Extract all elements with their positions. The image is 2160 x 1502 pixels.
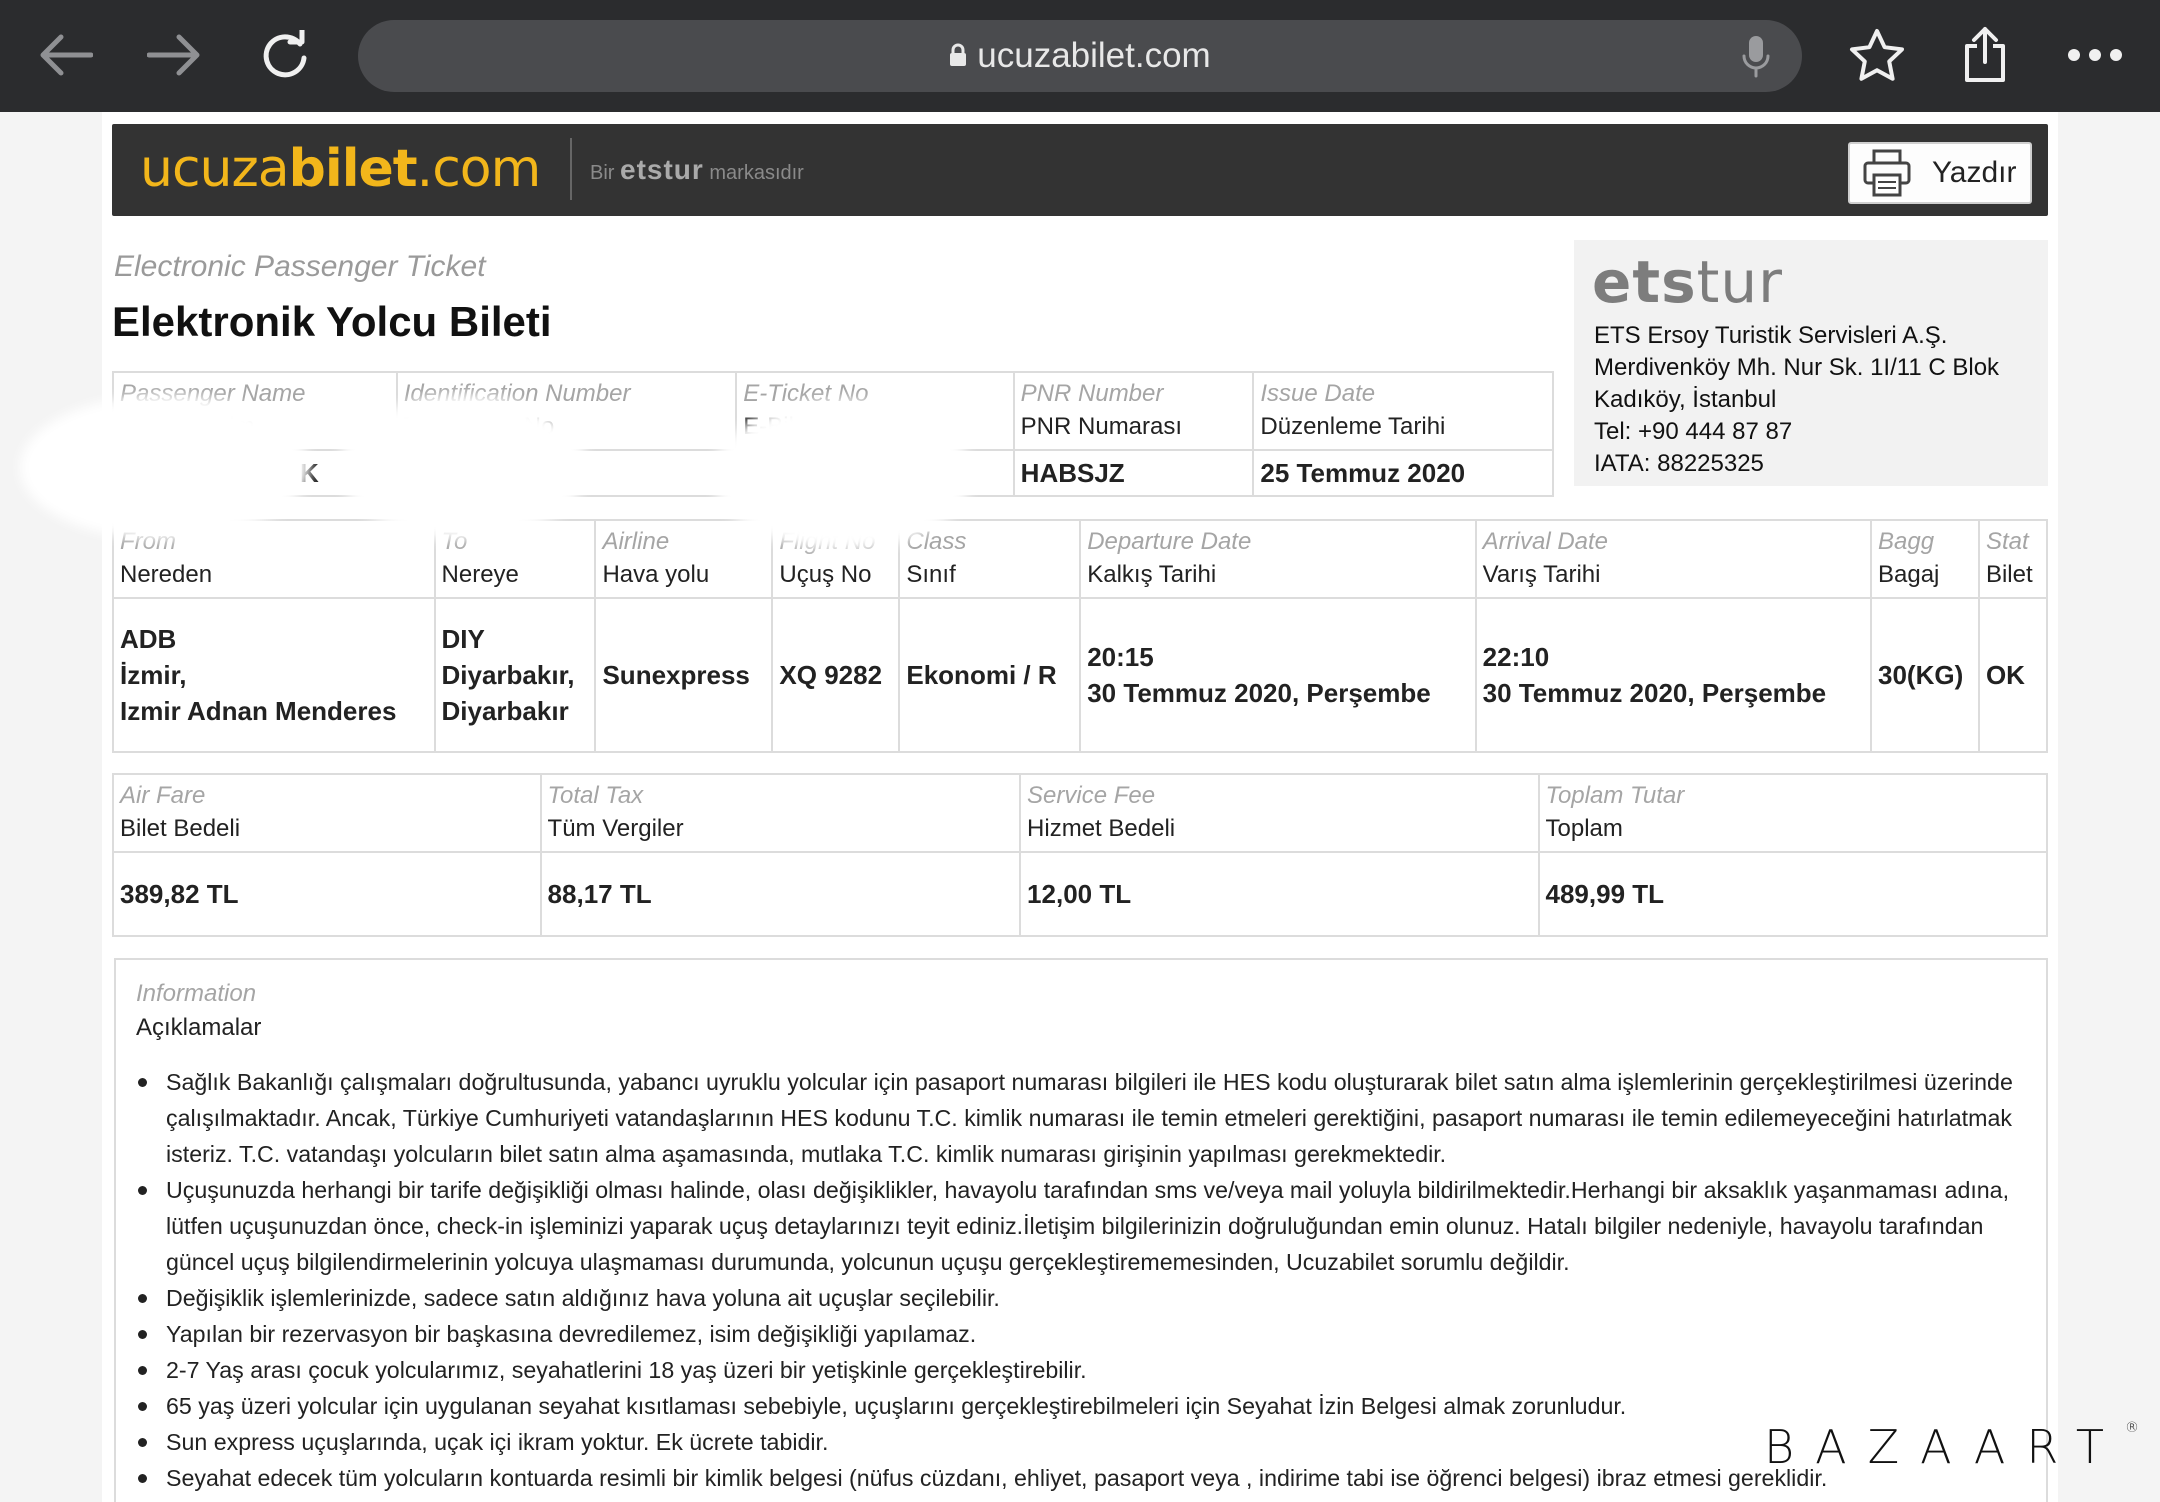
airline-label: Hava yolu — [602, 561, 710, 588]
pnr-value: HABSJZ — [1020, 458, 1125, 488]
company-name: ETS Ersoy Turistik Servisleri A.Ş. — [1594, 322, 1948, 349]
ucuzabilet-logo[interactable]: ucuzabilet.com — [140, 134, 541, 204]
from-city: İzmir, — [120, 660, 187, 690]
pnr-label: PNR Numarası — [1020, 413, 1183, 440]
air-fare-value: 389,82 TL — [120, 879, 239, 909]
info-item: Sun express uçuşlarında, uçak içi ikram … — [136, 1424, 2016, 1460]
info-item: Yapılan bir rezervasyon bir başkasına de… — [136, 1316, 2016, 1352]
more-button[interactable] — [2060, 20, 2130, 90]
info-item: Değişiklik işlemlerinizde, sadece satın … — [136, 1280, 2016, 1316]
from-label: Nereden — [120, 561, 213, 588]
departure-label-en: Departure Date — [1087, 528, 1252, 555]
to-city: Diyarbakır, — [441, 660, 575, 690]
flight-table: FromNereden ToNereye AirlineHava yolu Fl… — [112, 519, 2049, 753]
service-fee-value: 12,00 TL — [1027, 879, 1132, 909]
information-section: Information Açıklamalar Sağlık Bakanlığı… — [114, 958, 2048, 1502]
departure-label: Kalkış Tarihi — [1087, 561, 1217, 588]
fare-table: Air Fare Bilet Bedeli Total Tax Tüm Vergil… — [112, 773, 2048, 937]
redaction-blur — [712, 400, 972, 550]
info-item: Sağlık Bakanlığı çalışmaları doğrultusun… — [136, 1064, 2016, 1172]
print-button[interactable]: Yazdır — [1848, 142, 2032, 204]
pnr-label-en: PNR Number — [1020, 380, 1164, 407]
back-button[interactable] — [30, 20, 100, 90]
to-code: DIY — [441, 624, 485, 654]
class-value: Ekonomi / R — [906, 660, 1057, 690]
logo-divider — [570, 138, 572, 200]
company-address-line2: Kadıköy, İstanbul — [1594, 386, 1777, 413]
departure-date: 30 Temmuz 2020, Perşembe — [1087, 678, 1431, 708]
baggage-label-en: Bagg — [1877, 528, 1935, 555]
share-button[interactable] — [1950, 20, 2020, 90]
baggage-label: Bagaj — [1877, 561, 1940, 588]
total-tax-label-en: Total Tax — [547, 782, 644, 809]
service-fee-label-en: Service Fee — [1027, 782, 1156, 809]
lock-icon — [949, 36, 967, 76]
company-phone: Tel: +90 444 87 87 — [1594, 418, 1793, 445]
info-item: 2-7 Yaş arası çocuk yolcularımız, seyaha… — [136, 1352, 2016, 1388]
info-item: Uçuşunuzda herhangi bir tarife değişikli… — [136, 1172, 2016, 1280]
etstur-logo: etstur — [1592, 248, 1783, 316]
bazaart-watermark: BAZAART® — [1764, 1420, 2140, 1474]
total-amount-label-en: Toplam Tutar — [1545, 782, 1685, 809]
arrival-label-en: Arrival Date — [1482, 528, 1609, 555]
print-label: Yazdır — [1932, 156, 2017, 189]
arrival-time: 22:10 — [1482, 642, 1550, 672]
to-label: Nereye — [441, 561, 519, 588]
to-airport: Diyarbakır — [441, 696, 569, 726]
bookmark-button[interactable] — [1842, 20, 1912, 90]
company-info: etstur ETS Ersoy Turistik Servisleri A.Ş… — [1574, 240, 2048, 486]
class-label: Sınıf — [906, 561, 956, 588]
redaction-blur — [20, 395, 310, 540]
info-item: 65 yaş üzeri yolcular için uygulanan sey… — [136, 1388, 2016, 1424]
air-fare-label-en: Air Fare — [120, 782, 206, 809]
issue-date-label-en: Issue Date — [1260, 380, 1376, 407]
site-header: ucuzabilet.com Bir etstur markasıdır Yaz… — [112, 124, 2048, 216]
status-value: OK — [1985, 660, 2025, 690]
issue-date-label: Düzenleme Tarihi — [1260, 413, 1446, 440]
information-list: Sağlık Bakanlığı çalışmaları doğrultusun… — [136, 1064, 2016, 1496]
company-address-line1: Merdivenköy Mh. Nur Sk. 1I/11 C Blok — [1594, 354, 2000, 381]
ticket-title-en: Electronic Passenger Ticket — [114, 250, 486, 283]
reload-button[interactable] — [250, 20, 320, 90]
baggage-value: 30(KG) — [1877, 660, 1964, 690]
arrow-left-icon — [40, 34, 93, 76]
information-label: Açıklamalar — [136, 1014, 262, 1041]
status-label: Bilet — [1985, 561, 2033, 588]
status-label-en: Stat — [1985, 528, 2029, 555]
ticket-title: Elektronik Yolcu Bileti — [112, 298, 552, 345]
issue-date-value: 25 Temmuz 2020 — [1260, 458, 1466, 488]
class-label-en: Class — [906, 528, 967, 555]
reload-icon — [263, 30, 307, 78]
total-amount-label: Toplam — [1545, 815, 1623, 842]
microphone-icon[interactable] — [1732, 32, 1780, 80]
arrival-date: 30 Temmuz 2020, Perşembe — [1482, 678, 1827, 708]
departure-time: 20:15 — [1087, 642, 1154, 672]
total-tax-label: Tüm Vergiler — [547, 815, 684, 842]
more-dots-icon — [2068, 49, 2122, 61]
url-text: ucuzabilet.com — [977, 36, 1211, 75]
information-label-en: Information — [136, 980, 257, 1007]
airline-label-en: Airline — [602, 528, 670, 555]
browser-toolbar: ucuzabilet.com — [0, 0, 2160, 112]
from-code: ADB — [120, 624, 177, 654]
brand-tagline: Bir etstur markasıdır — [590, 154, 804, 185]
forward-button[interactable] — [140, 20, 210, 90]
arrow-right-icon — [147, 34, 200, 76]
star-icon — [1850, 29, 1904, 81]
flight-no-label: Uçuş No — [779, 561, 872, 588]
share-icon — [1965, 27, 2005, 82]
air-fare-label: Bilet Bedeli — [120, 815, 241, 842]
redaction-blur — [338, 395, 588, 540]
from-airport: Izmir Adnan Menderes — [120, 696, 397, 726]
arrival-label: Varış Tarihi — [1482, 561, 1601, 588]
airline-value: Sunexpress — [602, 660, 750, 690]
address-bar[interactable]: ucuzabilet.com — [358, 20, 1802, 92]
company-iata: IATA: 88225325 — [1594, 450, 1764, 477]
flight-no-value: XQ 9282 — [779, 660, 883, 690]
printer-icon — [1863, 149, 1911, 197]
total-amount-value: 489,99 TL — [1545, 879, 1665, 909]
info-item: Seyahat edecek tüm yolcuların kontuarda … — [136, 1460, 2016, 1496]
total-tax-value: 88,17 TL — [547, 879, 652, 909]
service-fee-label: Hizmet Bedeli — [1027, 815, 1176, 842]
